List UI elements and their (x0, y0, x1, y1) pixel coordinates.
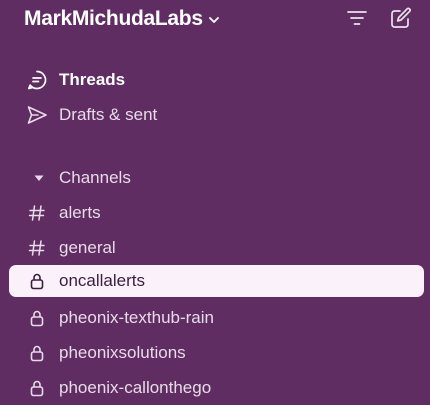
channel-item-oncallalerts[interactable]: oncallalerts (9, 265, 424, 297)
channel-name: pheonixsolutions (59, 343, 186, 362)
channel-name: alerts (59, 203, 101, 222)
compose-icon[interactable] (389, 6, 413, 30)
hash-icon (26, 202, 48, 224)
hash-icon (26, 237, 48, 259)
sidebar-header: MarkMichudaLabs (0, 0, 430, 40)
lock-icon (26, 377, 48, 399)
lock-icon (26, 342, 48, 364)
channel-item-phoenix-callonthego[interactable]: phoenix-callonthego (9, 372, 424, 404)
channel-name: oncallalerts (59, 271, 145, 290)
channel-item-pheonixsolutions[interactable]: pheonixsolutions (9, 337, 424, 369)
channel-item-general[interactable]: general (9, 232, 424, 264)
channel-item-pheonix-texthub-rain[interactable]: pheonix-texthub-rain (9, 302, 424, 334)
channel-item-alerts[interactable]: alerts (9, 197, 424, 229)
threads-icon (26, 69, 48, 91)
filter-icon[interactable] (345, 6, 369, 30)
sidebar-item-label: Threads (59, 70, 126, 89)
sidebar-item-threads[interactable]: Threads (9, 64, 424, 96)
sidebar-item-label: Drafts & sent (59, 105, 158, 124)
channel-name: pheonix-texthub-rain (59, 308, 214, 327)
workspace-name: MarkMichudaLabs (24, 7, 203, 30)
chevron-down-icon (208, 17, 219, 23)
caret-down-icon (34, 175, 44, 181)
channel-name: phoenix-callonthego (59, 378, 212, 397)
lock-icon (26, 270, 48, 292)
workspace-switcher[interactable]: MarkMichudaLabs (24, 6, 221, 32)
channel-name: general (59, 238, 116, 257)
send-icon (26, 104, 48, 126)
section-label: Channels (59, 168, 131, 187)
channels-section-toggle[interactable]: Channels (9, 162, 424, 194)
sidebar-item-drafts-sent[interactable]: Drafts & sent (9, 99, 424, 131)
lock-icon (26, 307, 48, 329)
